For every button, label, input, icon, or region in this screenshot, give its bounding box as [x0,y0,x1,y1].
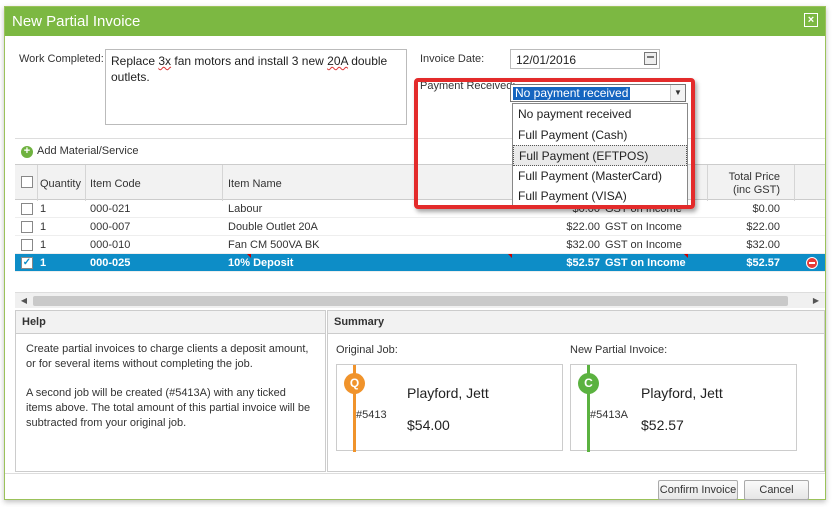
row-total: $32.00 [746,239,780,251]
work-completed-label: Work Completed: [19,53,104,65]
row-tax: GST on Income [605,221,682,233]
table-row[interactable]: 1 000-007 Double Outlet 20A $22.00 GST o… [15,218,825,236]
card-amount: $52.57 [641,417,684,433]
row-price: $22.00 [566,221,600,233]
header-total-price-sub: (inc GST) [732,184,780,196]
help-paragraph: A second job will be created (#5413A) wi… [26,387,311,429]
table-row-selected[interactable]: ✓ 1 000-025 10% Deposit $52.57 GST on In… [15,254,825,272]
table-row[interactable]: 1 000-010 Fan CM 500VA BK $32.00 GST on … [15,236,825,254]
row-checkbox-checked[interactable]: ✓ [21,257,33,269]
grid-horizontal-scrollbar[interactable]: ◀ ▶ [15,292,825,308]
row-code: 000-007 [90,221,131,233]
select-all-checkbox[interactable] [21,176,33,188]
row-qty: 1 [40,221,47,233]
card-client-name: Playford, Jett [407,385,489,401]
header-total-price[interactable]: Total Price [710,171,780,183]
row-price: $52.57 [566,257,600,269]
remove-row-icon[interactable] [806,257,818,269]
row-code: 000-025 [90,257,131,269]
row-total: $52.57 [746,257,780,269]
scroll-left-icon[interactable]: ◀ [19,295,29,307]
card-job-number: #5413A [590,409,628,421]
header-item-name[interactable]: Item Name [228,178,282,190]
help-paragraph: Create partial invoices to charge client… [26,343,309,370]
row-total: $0.00 [752,203,780,215]
scroll-thumb[interactable] [33,296,788,306]
add-icon[interactable]: + [21,146,33,158]
work-text-part: 20A [327,54,348,68]
work-text-part: fan motors and install 3 new [171,54,328,68]
header-item-code[interactable]: Item Code [90,178,141,190]
new-invoice-card[interactable]: C #5413A Playford, Jett $52.57 [570,364,797,452]
quote-badge: Q [344,373,365,394]
row-price: $32.00 [566,239,600,251]
card-client-name: Playford, Jett [641,385,723,401]
help-panel: Help Create partial invoices to charge c… [15,310,326,472]
changed-marker [508,254,512,258]
job-badge: C [578,373,599,394]
row-qty: 1 [40,203,47,215]
row-code: 000-021 [90,203,131,215]
dialog-title: New Partial Invoice [12,13,141,30]
row-tax: GST on Income [605,239,682,251]
row-code: 000-010 [90,239,131,251]
footer-divider [5,473,825,474]
invoice-date-field[interactable]: 12/01/2016 [510,49,660,69]
card-amount: $54.00 [407,417,450,433]
cancel-button[interactable]: Cancel [744,480,809,500]
header-quantity[interactable]: Quantity [40,178,81,190]
help-title: Help [16,311,325,334]
original-job-label: Original Job: [336,344,398,356]
work-text-part: 3x [158,54,172,68]
row-name: Double Outlet 20A [228,221,318,233]
row-checkbox[interactable] [21,239,33,251]
confirm-invoice-button[interactable]: Confirm Invoice [658,480,738,500]
invoice-date-label: Invoice Date: [420,53,485,65]
close-icon[interactable]: × [804,13,818,27]
scroll-right-icon[interactable]: ▶ [811,295,821,307]
summary-title: Summary [328,311,824,334]
calendar-icon[interactable] [644,52,657,65]
new-partial-invoice-label: New Partial Invoice: [570,344,668,356]
row-name: 10% Deposit [228,257,294,269]
highlight-annotation-box [414,78,695,209]
row-qty: 1 [40,239,47,251]
work-text-part: Replace [111,54,159,68]
row-checkbox[interactable] [21,203,33,215]
row-total: $22.00 [746,221,780,233]
dialog-titlebar: New Partial Invoice [5,7,825,36]
original-job-card[interactable]: Q #5413 Playford, Jett $54.00 [336,364,563,452]
partial-invoice-dialog: New Partial Invoice × Work Completed: Re… [4,6,826,500]
row-checkbox[interactable] [21,221,33,233]
invoice-date-value: 12/01/2016 [516,53,577,67]
row-qty: 1 [40,257,47,269]
work-completed-field[interactable]: Replace 3x fan motors and install 3 new … [105,49,407,125]
row-tax: GST on Income [605,257,686,269]
add-material-service-link[interactable]: Add Material/Service [37,145,139,157]
row-name: Labour [228,203,263,215]
help-text: Create partial invoices to charge client… [16,334,325,431]
row-name: Fan CM 500VA BK [228,239,320,251]
card-job-number: #5413 [356,409,387,421]
